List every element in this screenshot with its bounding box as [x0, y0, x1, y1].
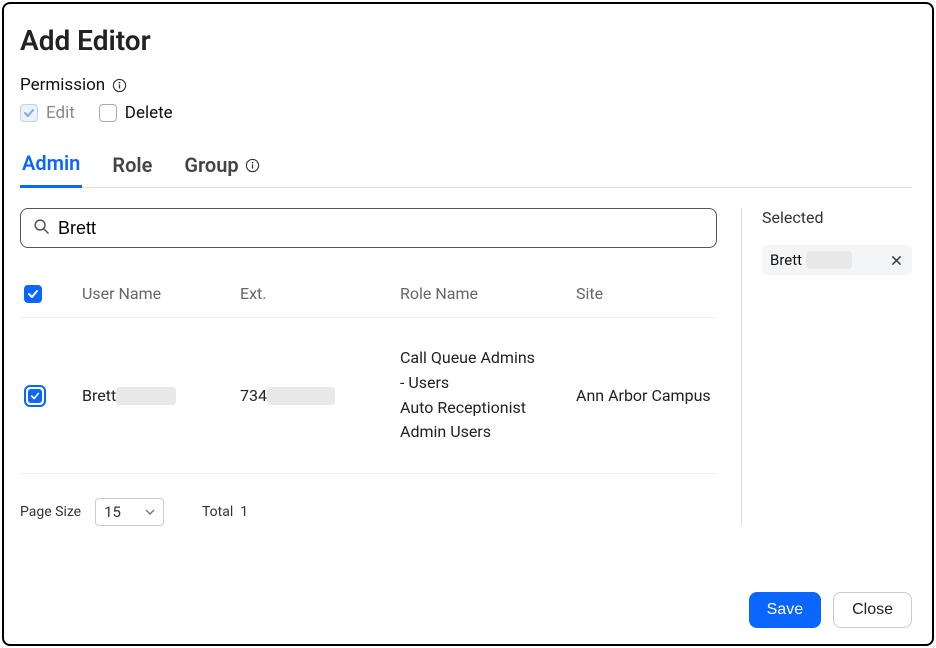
body: User Name Ext. Role Name Site Brett	[20, 208, 912, 526]
column-site: Site	[576, 284, 713, 303]
role-line: - Users	[400, 371, 576, 396]
column-username: User Name	[82, 284, 240, 303]
tab-admin-label: Admin	[22, 151, 80, 175]
dialog-footer: Save Close	[749, 592, 912, 628]
cell-username: Brett	[82, 386, 240, 406]
selected-panel: Selected Brett	[742, 208, 912, 526]
dialog-title: Add Editor	[20, 24, 912, 57]
total-value: 1	[240, 504, 248, 520]
select-all-checkbox[interactable]	[24, 285, 42, 303]
cell-ext-text: 734	[240, 386, 267, 405]
cell-ext: 734	[240, 386, 400, 406]
selected-chip: Brett	[762, 245, 912, 275]
close-icon[interactable]	[888, 252, 904, 268]
delete-checkbox-group: Delete	[99, 103, 173, 123]
total-label: Total 1	[202, 504, 248, 520]
edit-checkbox-label: Edit	[46, 103, 75, 123]
table-row[interactable]: Brett 734 Call Queue Admins - Users Auto…	[20, 318, 717, 474]
role-line: Auto Receptionist	[400, 396, 576, 421]
info-icon[interactable]	[111, 77, 127, 93]
permission-row: Permission	[20, 75, 912, 95]
tab-role-label: Role	[112, 153, 152, 177]
column-role: Role Name	[400, 284, 576, 303]
role-line: Call Queue Admins	[400, 346, 576, 371]
page-size-select[interactable]: 15	[95, 498, 164, 526]
pager: Page Size 15 Total 1	[20, 498, 717, 526]
role-line: Admin Users	[400, 420, 576, 445]
delete-checkbox-label: Delete	[125, 103, 173, 123]
delete-checkbox[interactable]	[99, 104, 117, 122]
cell-site: Ann Arbor Campus	[576, 386, 713, 405]
cell-username-text: Brett	[82, 386, 116, 405]
chevron-down-icon	[145, 503, 155, 521]
search-field[interactable]	[20, 208, 717, 248]
column-ext: Ext.	[240, 284, 400, 303]
left-column: User Name Ext. Role Name Site Brett	[20, 208, 742, 526]
table-header: User Name Ext. Role Name Site	[20, 284, 717, 318]
page-size-value: 15	[104, 503, 121, 521]
search-input[interactable]	[58, 218, 704, 239]
edit-checkbox	[20, 104, 38, 122]
redacted-block	[806, 251, 852, 269]
row-checkbox[interactable]	[24, 385, 46, 407]
tab-group-label: Group	[184, 153, 238, 177]
search-icon	[33, 218, 50, 239]
total-label-text: Total	[202, 504, 233, 520]
cell-role: Call Queue Admins - Users Auto Reception…	[400, 346, 576, 445]
redacted-block	[267, 387, 335, 405]
redacted-block	[116, 387, 176, 405]
save-button[interactable]: Save	[749, 592, 821, 628]
selected-title: Selected	[762, 208, 912, 227]
close-button[interactable]: Close	[833, 592, 912, 628]
permission-label: Permission	[20, 75, 105, 95]
info-icon[interactable]	[245, 157, 261, 173]
add-editor-dialog: Add Editor Permission Edit Delete Admin …	[2, 2, 934, 646]
tab-role[interactable]: Role	[110, 147, 154, 187]
tab-group[interactable]: Group	[182, 147, 262, 187]
permission-checkboxes: Edit Delete	[20, 103, 912, 123]
page-size-label: Page Size	[20, 504, 81, 520]
tab-admin[interactable]: Admin	[20, 145, 82, 188]
edit-checkbox-group: Edit	[20, 103, 75, 123]
chip-label: Brett	[770, 251, 802, 269]
tab-bar: Admin Role Group	[20, 145, 912, 188]
